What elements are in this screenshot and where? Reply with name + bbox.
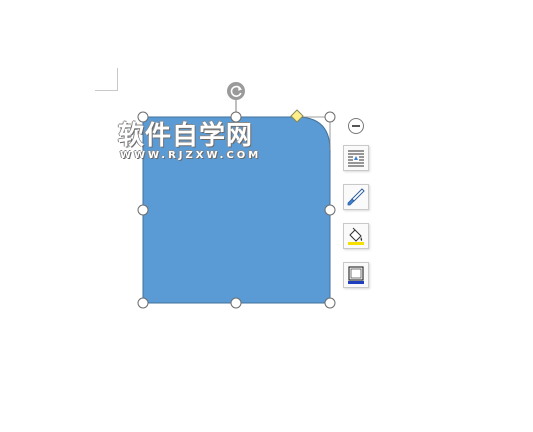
shape-fill-button[interactable] (343, 223, 369, 249)
rounded-rectangle-shape[interactable] (142, 116, 331, 304)
resize-handle-middle-right[interactable] (324, 204, 336, 216)
shape-styles-icon (347, 188, 365, 206)
resize-handle-middle-left[interactable] (137, 204, 149, 216)
resize-handle-top-left[interactable] (137, 111, 149, 123)
rotate-handle[interactable] (227, 82, 245, 100)
shape-styles-button[interactable] (343, 184, 369, 210)
minus-circle-icon[interactable] (348, 118, 364, 134)
layout-options-icon (348, 150, 364, 167)
document-canvas: 软件自学网 WWW.RJZXW.COM (0, 0, 533, 432)
shape-outline-icon (348, 266, 364, 284)
resize-handle-top-center[interactable] (230, 111, 242, 123)
resize-handle-bottom-center[interactable] (230, 297, 242, 309)
resize-handle-top-right[interactable] (324, 111, 336, 123)
shape-layer (137, 82, 336, 309)
resize-handle-bottom-right[interactable] (324, 297, 336, 309)
resize-handle-bottom-left[interactable] (137, 297, 149, 309)
layout-options-button[interactable] (343, 145, 369, 171)
shape-fill-icon (348, 227, 364, 245)
shape-outline-button[interactable] (343, 262, 369, 288)
